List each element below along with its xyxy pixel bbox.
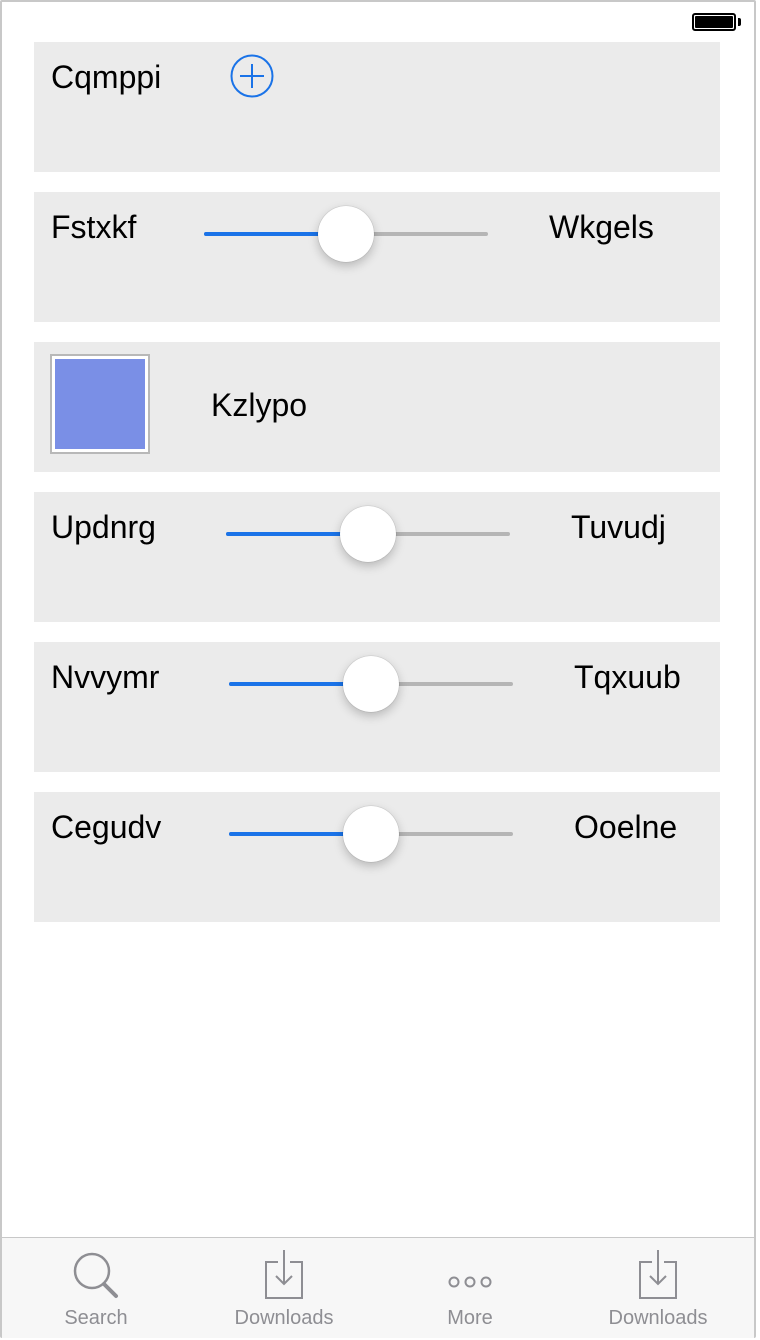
stepper-row: Cqmppi	[34, 42, 720, 172]
more-icon	[448, 1276, 492, 1288]
color-swatch-fill	[55, 359, 145, 449]
slider-thumb[interactable]	[343, 806, 399, 862]
tab-downloads[interactable]: Downloads	[190, 1238, 378, 1338]
slider-2-label: Updnrg	[51, 509, 156, 545]
slider-2[interactable]	[226, 506, 510, 578]
slider-row-3: Nvvymr Tqxuub	[34, 642, 720, 772]
slider-row-1: Fstxkf Wkgels	[34, 192, 720, 322]
tab-label: Downloads	[234, 1307, 334, 1329]
slider-1[interactable]	[204, 206, 488, 278]
slider-3-value-label: Tqxuub	[574, 659, 681, 695]
slider-row-2: Updnrg Tuvudj	[34, 492, 720, 622]
tab-bar: Search Downloads More Downloads	[2, 1237, 754, 1338]
battery-full-icon	[692, 13, 736, 31]
slider-4[interactable]	[229, 806, 513, 878]
slider-thumb[interactable]	[340, 506, 396, 562]
stepper-label: Cqmppi	[51, 59, 162, 95]
slider-2-value-label: Tuvudj	[571, 509, 666, 545]
status-bar	[0, 0, 756, 40]
battery-tip	[738, 18, 741, 26]
slider-1-label: Fstxkf	[51, 209, 137, 245]
tab-label: Search	[64, 1307, 128, 1329]
download-icon	[265, 1250, 303, 1299]
search-icon	[73, 1252, 118, 1298]
download-icon	[639, 1250, 677, 1299]
tab-downloads-2[interactable]: Downloads	[564, 1238, 752, 1338]
slider-thumb[interactable]	[318, 206, 374, 262]
slider-3[interactable]	[229, 656, 513, 728]
slider-4-label: Cegudv	[51, 809, 162, 845]
tab-label: Downloads	[608, 1307, 708, 1329]
color-label: Kzlypo	[211, 387, 308, 423]
slider-3-label: Nvvymr	[51, 659, 160, 695]
slider-4-value-label: Ooelne	[574, 809, 678, 845]
slider-row-4: Cegudv Ooelne	[34, 792, 720, 922]
add-circle-icon[interactable]	[230, 54, 274, 98]
slider-thumb[interactable]	[343, 656, 399, 712]
color-row: Kzlypo	[34, 342, 720, 472]
tab-search[interactable]: Search	[2, 1238, 190, 1338]
slider-1-value-label: Wkgels	[549, 209, 654, 245]
tab-label: More	[447, 1307, 493, 1329]
color-swatch[interactable]	[50, 354, 150, 454]
tab-more[interactable]: More	[376, 1238, 564, 1338]
